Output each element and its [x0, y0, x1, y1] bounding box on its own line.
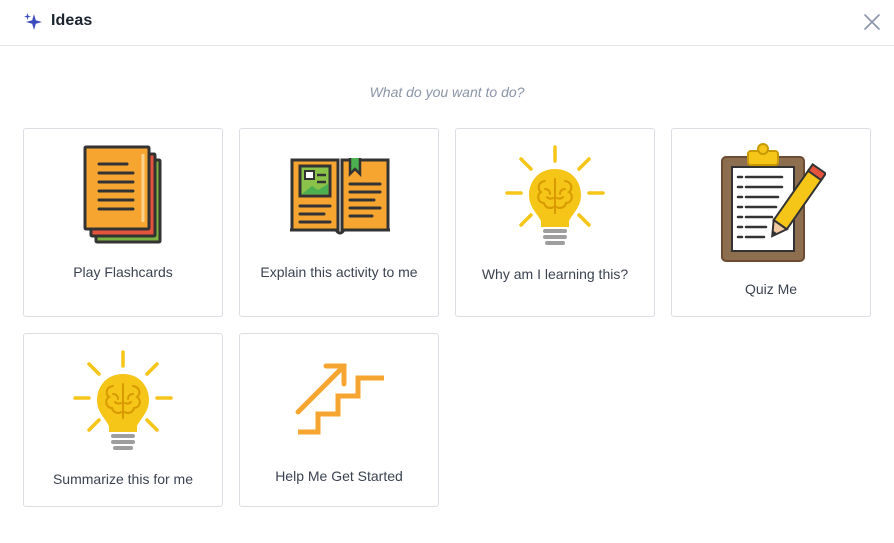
idea-label: Help Me Get Started — [275, 468, 403, 484]
idea-card-quiz-me[interactable]: Quiz Me — [671, 128, 871, 317]
flashcards-icon — [83, 145, 162, 244]
dialog-header: Ideas — [0, 0, 894, 46]
idea-card-help-get-started[interactable]: Help Me Get Started — [239, 333, 439, 507]
lightbulb-brain-icon — [505, 145, 605, 245]
dialog-title: Ideas — [51, 12, 93, 29]
idea-label: Quiz Me — [744, 281, 798, 297]
idea-label: Play Flashcards — [73, 264, 173, 280]
stairs-arrow-icon — [295, 363, 384, 435]
open-book-icon — [290, 158, 390, 235]
idea-label: Summarize this for me — [52, 471, 194, 487]
sparkle-icon — [24, 13, 42, 30]
clipboard-pencil-icon — [721, 143, 826, 262]
idea-card-summarize[interactable]: Summarize this for me — [23, 333, 223, 507]
ideas-dialog: Ideas What do you want to do? Play Flash… — [0, 0, 894, 543]
idea-label: Why am I learning this? — [481, 266, 629, 282]
idea-card-explain-activity[interactable]: Explain this activity to me — [239, 128, 439, 317]
idea-card-why-learning[interactable]: Why am I learning this? — [455, 128, 655, 317]
prompt-text: What do you want to do? — [369, 84, 525, 100]
lightbulb-brain-icon — [73, 350, 173, 450]
close-icon[interactable] — [862, 12, 882, 32]
idea-card-play-flashcards[interactable]: Play Flashcards — [23, 128, 223, 317]
idea-label: Explain this activity to me — [260, 264, 418, 280]
